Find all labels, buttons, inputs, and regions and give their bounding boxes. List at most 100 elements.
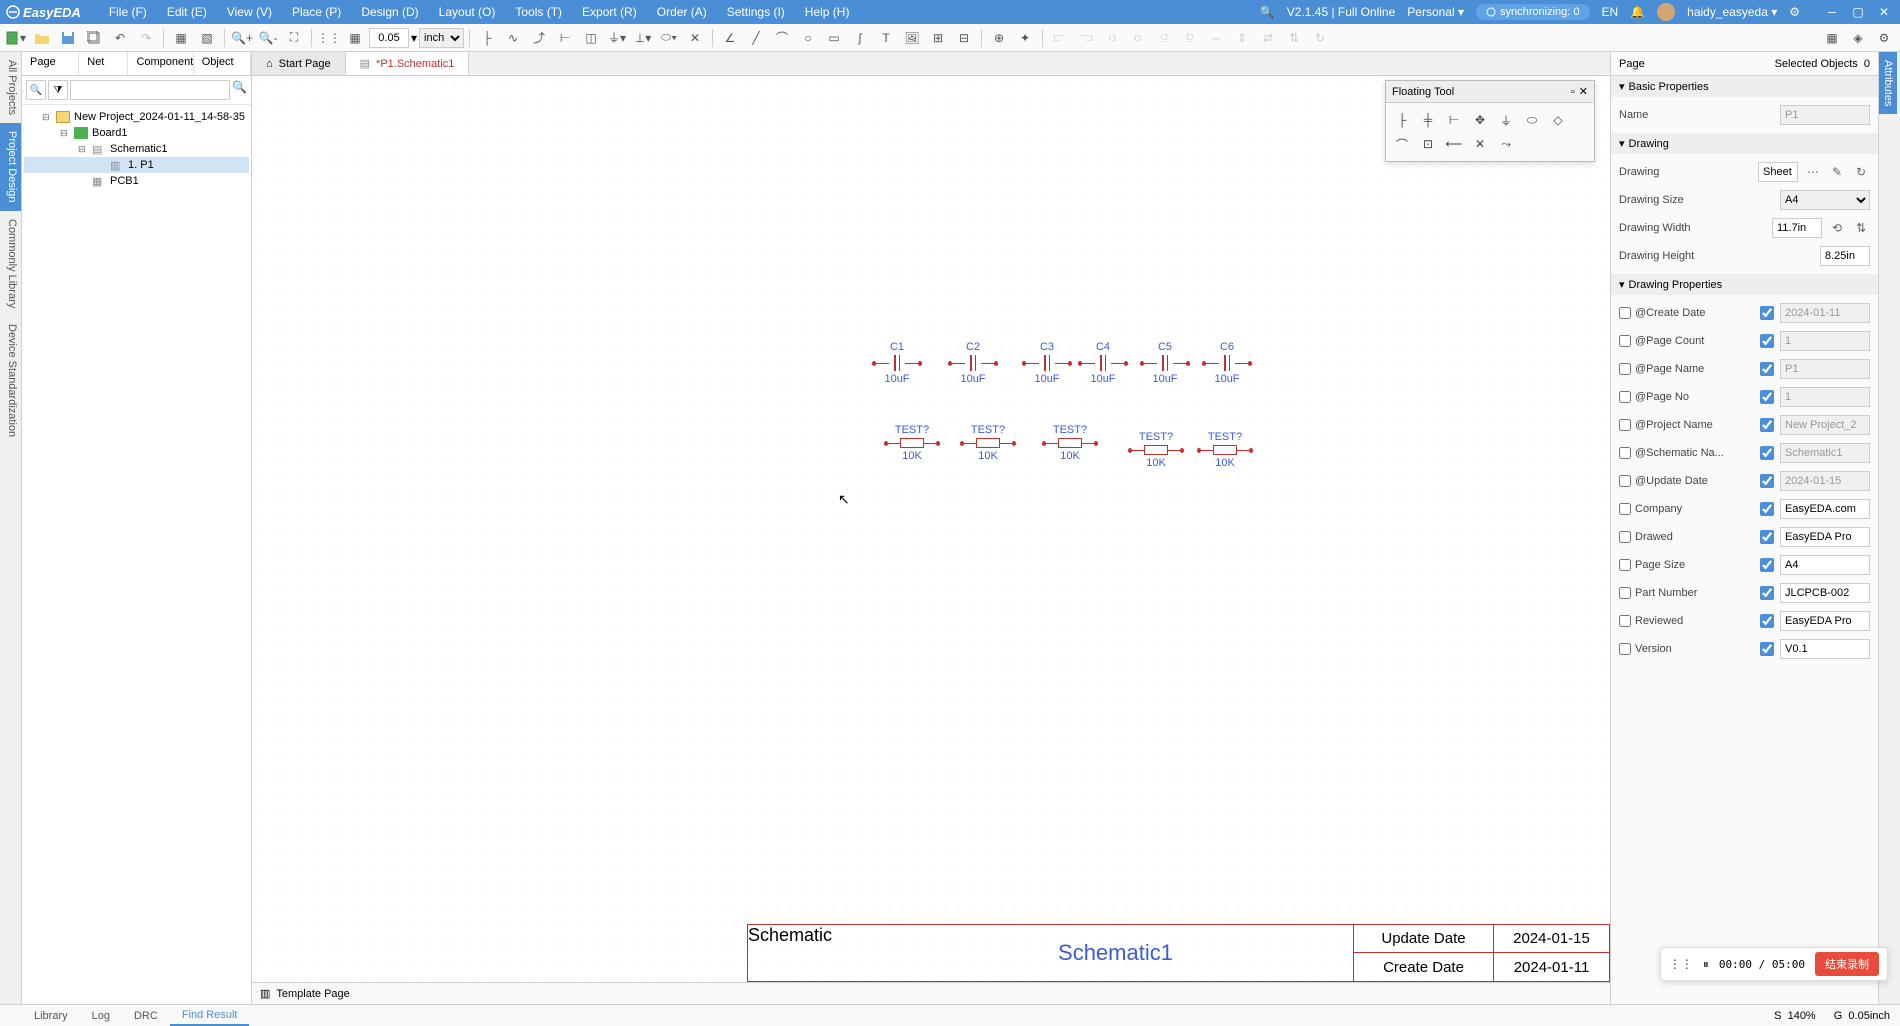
flip-h-tool[interactable]: ⇄ — [1256, 26, 1280, 50]
power-tool[interactable]: ⏚▾ — [605, 26, 629, 50]
ft-gnd[interactable]: ⏚ — [1494, 109, 1518, 131]
rotate-tool[interactable]: ↻ — [1308, 26, 1332, 50]
align-left-tool[interactable]: ⫍ — [1048, 26, 1072, 50]
wire-tool[interactable]: ├ — [475, 26, 499, 50]
prop-key-check[interactable] — [1619, 391, 1631, 403]
ft-netlabel[interactable]: ⊢ — [1442, 109, 1466, 131]
netflag-tool[interactable]: ⬭▾ — [657, 26, 681, 50]
prop-value-input[interactable] — [1780, 387, 1870, 407]
highlight-tool[interactable]: ✦ — [1013, 26, 1037, 50]
port-tool[interactable]: ◫ — [579, 26, 603, 50]
vtab-attributes[interactable]: Attributes — [1879, 52, 1897, 114]
menu-tools[interactable]: Tools (T) — [505, 5, 572, 19]
prop-key-check[interactable] — [1619, 363, 1631, 375]
prop-visible-check[interactable] — [1760, 474, 1774, 488]
line-tool[interactable]: ∠ — [718, 26, 742, 50]
rect-tool[interactable]: ▭ — [822, 26, 846, 50]
zoom-fit-button[interactable]: ⛶ — [282, 26, 306, 50]
prop-visible-check[interactable] — [1760, 306, 1774, 320]
prop-name-input[interactable] — [1780, 105, 1870, 125]
image-tool[interactable]: 🖼 — [900, 26, 924, 50]
prop-key-check[interactable] — [1619, 559, 1631, 571]
left-tab-object[interactable]: Object — [194, 52, 251, 75]
sb-tab-library[interactable]: Library — [22, 1007, 80, 1025]
prop-key-check[interactable] — [1619, 475, 1631, 487]
menu-order[interactable]: Order (A) — [647, 5, 717, 19]
user-avatar[interactable] — [1657, 3, 1675, 21]
zoom-out-button[interactable]: 🔍- — [256, 26, 280, 50]
prop-key-check[interactable] — [1619, 419, 1631, 431]
prop-visible-check[interactable] — [1760, 418, 1774, 432]
sb-tab-log[interactable]: Log — [80, 1007, 122, 1025]
ft-netflag[interactable]: ◇ — [1546, 109, 1570, 131]
prop-width-input[interactable] — [1772, 218, 1822, 238]
align-top-tool[interactable]: ⫏ — [1100, 26, 1124, 50]
prop-value-input[interactable] — [1780, 555, 1870, 575]
user-menu[interactable]: haidy_easyeda ▾ — [1687, 5, 1777, 19]
dist-v-tool[interactable]: ⇕ — [1230, 26, 1254, 50]
prop-key-check[interactable] — [1619, 643, 1631, 655]
capacitor-C5[interactable]: C5 10uF — [1140, 341, 1190, 385]
prop-value-input[interactable] — [1780, 415, 1870, 435]
menu-design[interactable]: Design (D) — [351, 5, 428, 19]
prop-drawing-more[interactable]: ⋯ — [1804, 163, 1822, 181]
menu-edit[interactable]: Edit (E) — [157, 5, 217, 19]
floating-tool-close[interactable]: ✕ — [1579, 85, 1588, 98]
gnd-tool[interactable]: ⊥▾ — [631, 26, 655, 50]
app-logo[interactable]: EasyEDA — [6, 5, 81, 20]
rp-tab-page[interactable]: Page — [1619, 58, 1645, 70]
ft-arc[interactable]: ⌒ — [1390, 133, 1414, 155]
left-tab-net[interactable]: Net — [79, 52, 128, 75]
open-button[interactable] — [30, 26, 54, 50]
config-tool[interactable]: ⚙ — [1872, 26, 1896, 50]
cross-probe-tool[interactable]: ⊕ — [987, 26, 1011, 50]
prop-value-input[interactable] — [1780, 583, 1870, 603]
maximize-button[interactable]: ▢ — [1848, 4, 1868, 20]
resistor-1[interactable]: TEST? 10K — [960, 424, 1016, 462]
grid-dots-button[interactable]: ⋮⋮ — [317, 26, 341, 50]
bezier-tool[interactable]: ∫ — [848, 26, 872, 50]
ft-wire[interactable]: ├ — [1390, 109, 1414, 131]
dist-h-tool[interactable]: ⇔ — [1204, 26, 1228, 50]
resistor-2[interactable]: TEST? 10K — [1042, 424, 1098, 462]
filter-mode-button[interactable]: ⧩ — [48, 80, 68, 100]
net-tool[interactable]: ∿ — [501, 26, 525, 50]
ft-port[interactable]: ⬭ — [1520, 109, 1544, 131]
section-drawing[interactable]: ▾ Drawing — [1611, 133, 1878, 154]
sb-tab-drc[interactable]: DRC — [122, 1007, 170, 1025]
tree-pcb[interactable]: ▦PCB1 — [24, 173, 249, 189]
settings-gear-icon[interactable]: ⚙ — [1789, 5, 1800, 19]
menu-settings[interactable]: Settings (I) — [717, 5, 795, 19]
grid-size-input[interactable] — [369, 28, 409, 48]
prop-value-input[interactable] — [1780, 331, 1870, 351]
prop-value-input[interactable] — [1780, 499, 1870, 519]
ft-path[interactable]: ⊡ — [1416, 133, 1440, 155]
ft-bus[interactable]: ╪ — [1416, 109, 1440, 131]
sync-badge[interactable]: synchronizing: 0 — [1476, 4, 1590, 20]
doc-tab-schematic[interactable]: ▤*P1.Schematic1 — [346, 52, 470, 75]
capacitor-C3[interactable]: C3 10uF — [1022, 341, 1072, 385]
section-basic[interactable]: ▾ Basic Properties — [1611, 76, 1878, 97]
align-right-tool[interactable]: ⫎ — [1074, 26, 1098, 50]
rec-stop-button[interactable]: 结束录制 — [1815, 952, 1879, 976]
resistor-4[interactable]: TEST? 10K — [1197, 431, 1253, 469]
prop-value-input[interactable] — [1780, 639, 1870, 659]
recording-overlay[interactable]: ⋮⋮ ⏸ 00:00 / 05:00 结束录制 — [1660, 947, 1888, 981]
ft-del[interactable]: ⟵ — [1442, 133, 1466, 155]
prop-drawing-refresh[interactable]: ↻ — [1852, 163, 1870, 181]
resistor-3[interactable]: TEST? 10K — [1128, 431, 1184, 469]
ft-probe[interactable]: ⤳ — [1494, 133, 1518, 155]
menu-view[interactable]: View (V) — [217, 5, 282, 19]
netlabel-tool[interactable]: ⊢ — [553, 26, 577, 50]
ft-move[interactable]: ✥ — [1468, 109, 1492, 131]
prop-key-check[interactable] — [1619, 531, 1631, 543]
prop-visible-check[interactable] — [1760, 614, 1774, 628]
prop-value-input[interactable] — [1780, 527, 1870, 547]
noconnect-tool[interactable]: ✕ — [683, 26, 707, 50]
arc-tool[interactable]: ⌒ — [770, 26, 794, 50]
rec-pause-button[interactable]: ⏸ — [1703, 957, 1709, 972]
capacitor-C1[interactable]: C1 10uF — [872, 341, 922, 385]
tree-page[interactable]: ▥1. P1 — [24, 157, 249, 173]
prop-drawing-edit[interactable]: ✎ — [1828, 163, 1846, 181]
undo-button[interactable]: ↶ — [108, 26, 132, 50]
